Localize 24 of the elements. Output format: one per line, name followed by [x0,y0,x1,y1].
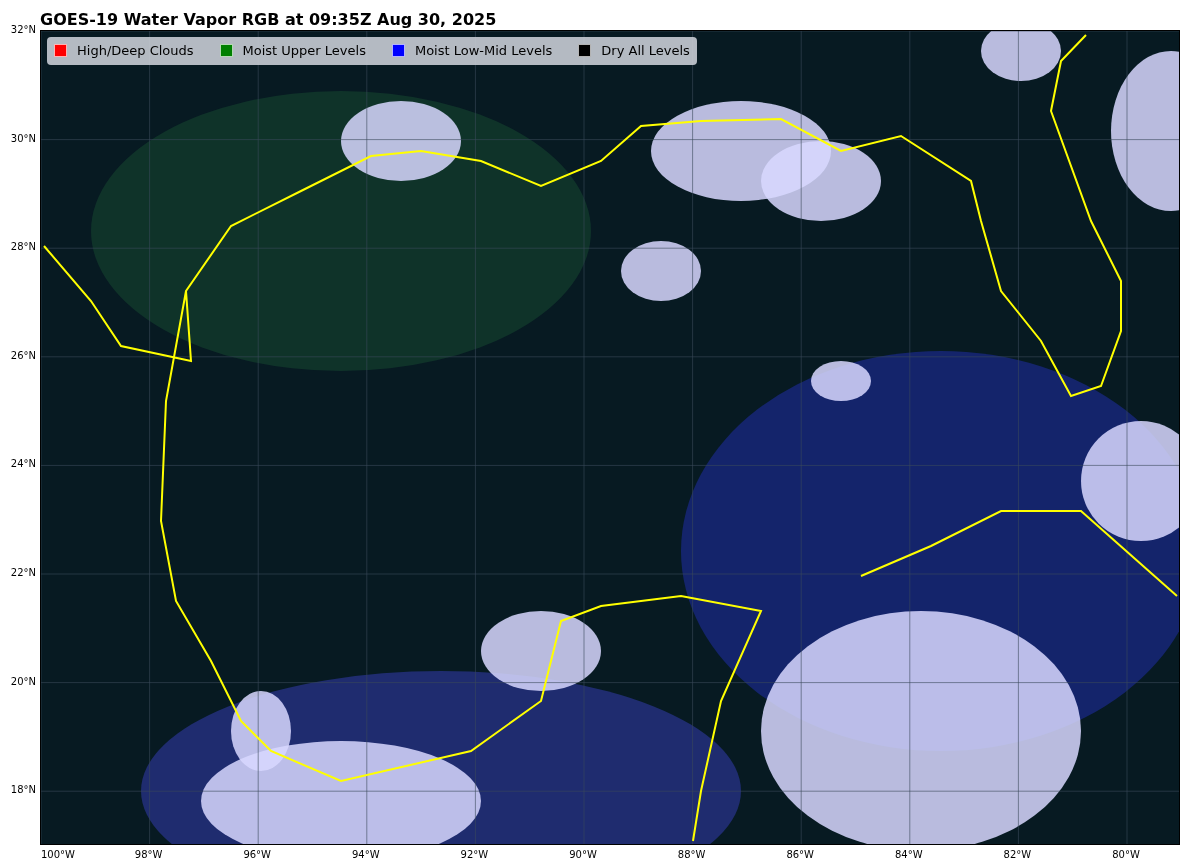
longitude-label: 88°W [677,850,706,860]
longitude-label: 82°W [1003,850,1032,860]
latitude-label: 26°N [10,350,36,361]
latitude-label: 20°N [10,676,36,687]
longitude-label: 84°W [895,850,923,860]
legend-label: Moist Upper Levels [242,42,366,60]
latitude-label: 22°N [10,568,36,578]
longitude-label: 94°W [352,850,380,860]
latitude-label: 32°N [10,25,36,35]
longitude-label: 86°W [786,850,814,860]
legend-label: High/Deep Clouds [77,42,194,60]
longitude-label: 90°W [569,850,597,860]
legend-label: Moist Low-Mid Levels [414,42,553,60]
longitude-label: 98°W [134,850,163,860]
latitude-label: 24°N [10,459,36,470]
longitude-label: 92°W [460,850,489,860]
longitude-label: 100°W [41,850,75,860]
longitude-label: 80°W [1112,850,1140,860]
latitude-label: 30°N [10,133,36,144]
legend-label: Dry All Levels [601,42,690,60]
latitude-label: 18°N [10,785,36,796]
longitude-label: 96°W [243,850,271,860]
latitude-label: 28°N [10,242,36,253]
chart-title: GOES-19 Water Vapor RGB at 09:35Z Aug 30, 2025 [40,12,497,28]
